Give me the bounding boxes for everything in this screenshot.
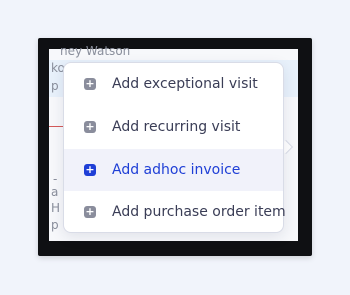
menu-item-add-purchase-order-item[interactable]: + Add purchase order item <box>64 191 286 233</box>
background-text-h: H <box>51 201 61 215</box>
plus-square-icon: + <box>84 163 96 176</box>
plus-square-icon: + <box>84 77 96 90</box>
menu-item-label: Add exceptional visit <box>112 76 258 92</box>
background-text-p2: p <box>51 218 59 232</box>
menu-item-add-adhoc-invoice[interactable]: + Add adhoc invoice <box>64 149 283 191</box>
background-name-text: ney Watson <box>60 44 131 58</box>
menu-item-label: Add adhoc invoice <box>112 162 241 178</box>
plus-square-icon: + <box>84 205 96 218</box>
menu-item-add-exceptional-visit[interactable]: + Add exceptional visit <box>64 63 283 105</box>
background-red-line <box>49 126 63 127</box>
add-actions-menu: + Add exceptional visit + Add recurring … <box>63 62 286 233</box>
background-text-dash: - <box>53 172 58 186</box>
menu-item-label: Add purchase order item <box>112 204 286 220</box>
plus-square-icon: + <box>84 120 96 133</box>
menu-item-label: Add recurring visit <box>112 119 241 135</box>
menu-item-add-recurring-visit[interactable]: + Add recurring visit <box>64 106 283 148</box>
background-text-p: p <box>51 79 59 93</box>
background-text-a: a <box>51 185 59 199</box>
